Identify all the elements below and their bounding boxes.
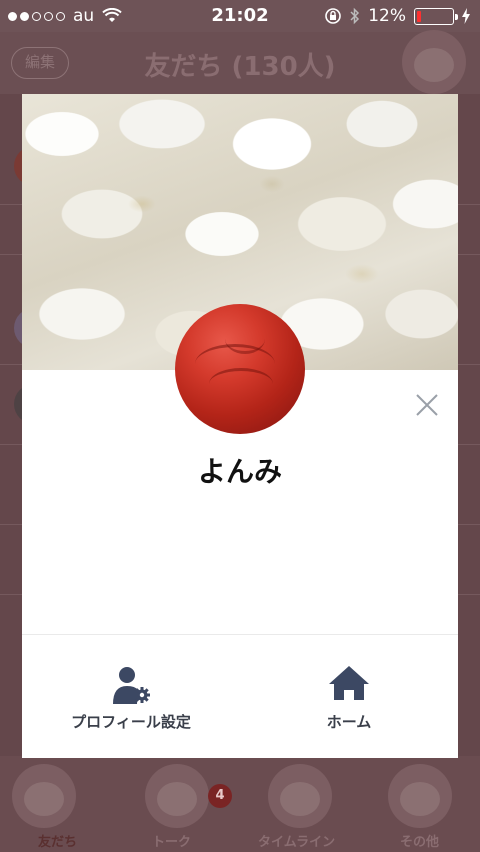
home-label: ホーム — [326, 713, 372, 731]
divider — [22, 634, 458, 635]
profile-settings-icon — [113, 667, 150, 704]
tab-timeline[interactable]: タイムライン — [258, 831, 335, 850]
tab-timeline-mascot-icon — [268, 764, 332, 828]
talk-unread-badge: 4 — [208, 784, 232, 808]
home-icon — [329, 666, 369, 700]
battery-icon — [414, 7, 458, 25]
bluetooth-icon — [350, 7, 360, 25]
tab-talk-mascot-icon — [145, 764, 209, 828]
home-button[interactable]: ホーム — [240, 654, 458, 734]
profile-settings-button[interactable]: プロフィール設定 — [22, 654, 240, 734]
tab-friends[interactable]: 友だち — [38, 831, 77, 850]
profile-settings-label: プロフィール設定 — [71, 713, 191, 731]
profile-popup: よんみ プロフィール設定 ホーム — [22, 94, 458, 758]
tab-more[interactable]: その他 — [400, 831, 439, 850]
charging-icon — [462, 8, 470, 24]
status-bar: au 21:02 12% — [0, 0, 480, 32]
tab-talk[interactable]: トーク — [152, 831, 191, 850]
rotation-lock-icon — [325, 8, 342, 24]
profile-avatar[interactable] — [175, 304, 305, 434]
tab-friends-mascot-icon — [12, 764, 76, 828]
friends-header: 編集 友だち (130人) — [0, 30, 480, 94]
battery-percent: 12% — [368, 6, 406, 26]
tab-bar: 4 友だち トーク タイムライン その他 — [0, 756, 480, 852]
close-icon[interactable] — [414, 392, 440, 418]
add-friend-mascot-icon[interactable] — [402, 30, 466, 94]
profile-name: よんみ — [197, 455, 282, 488]
tab-more-mascot-icon — [388, 764, 452, 828]
